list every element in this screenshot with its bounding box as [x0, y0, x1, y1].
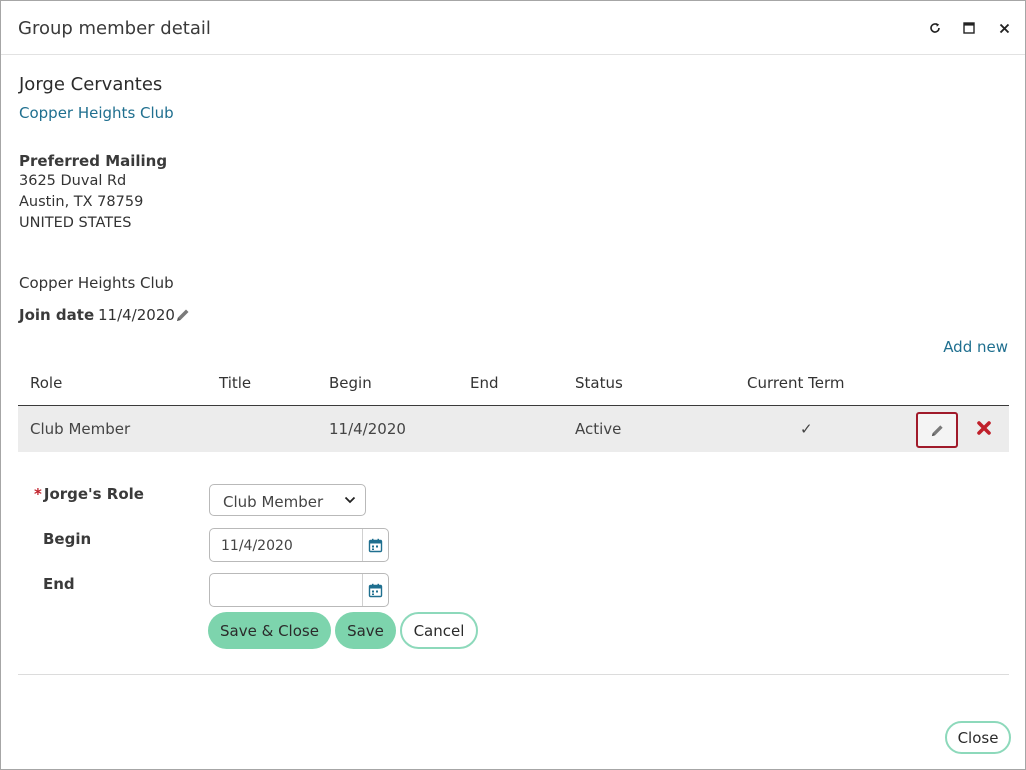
save-button[interactable]: Save: [335, 612, 396, 649]
preferred-mailing-label: Preferred Mailing: [19, 152, 168, 170]
cell-current-term: ✓: [800, 420, 813, 438]
group-name: Copper Heights Club: [19, 274, 174, 292]
dialog-titlebar: Group member detail: [1, 1, 1025, 55]
cancel-button[interactable]: Cancel: [400, 612, 478, 649]
col-header-role: Role: [30, 374, 63, 392]
refresh-icon[interactable]: [925, 18, 945, 38]
col-header-current-term: Current Term: [747, 374, 845, 392]
chevron-down-icon: [344, 496, 356, 504]
col-header-status: Status: [575, 374, 623, 392]
group-member-detail-dialog: Group member detail Jorge Cervantes Copp…: [0, 0, 1026, 770]
required-marker: *: [34, 485, 42, 503]
col-header-begin: Begin: [329, 374, 372, 392]
begin-field-label: Begin: [43, 530, 92, 548]
join-date-value: 11/4/2020: [98, 306, 175, 324]
address-line-1: 3625 Duval Rd: [19, 173, 127, 189]
calendar-icon[interactable]: [362, 529, 388, 561]
address-line-2: Austin, TX 78759: [19, 194, 144, 210]
roles-table-header: Role Title Begin End Status Current Term: [18, 359, 1009, 406]
table-row: Club Member 11/4/2020 Active ✓: [18, 406, 1009, 452]
delete-x-icon[interactable]: [976, 420, 994, 438]
role-select-value: Club Member: [223, 493, 324, 511]
role-field-label: * Jorge's Role: [34, 485, 144, 503]
pencil-icon[interactable]: [175, 307, 191, 323]
pencil-icon: [931, 424, 943, 436]
dialog-title: Group member detail: [18, 18, 211, 39]
end-date-field[interactable]: [209, 573, 389, 607]
close-icon[interactable]: [994, 18, 1014, 38]
role-label-text: Jorge's Role: [43, 485, 144, 503]
begin-date-field[interactable]: 11/4/2020: [209, 528, 389, 562]
club-link[interactable]: Copper Heights Club: [19, 104, 174, 122]
cell-role: Club Member: [30, 420, 131, 438]
maximize-icon[interactable]: [959, 18, 979, 38]
close-button[interactable]: Close: [945, 721, 1011, 754]
role-select[interactable]: Club Member: [209, 484, 366, 516]
member-name: Jorge Cervantes: [19, 74, 163, 95]
add-new-link[interactable]: Add new: [943, 338, 1008, 356]
begin-date-value: 11/4/2020: [221, 538, 293, 554]
edit-row-button[interactable]: [916, 412, 958, 448]
address-line-3: UNITED STATES: [19, 215, 132, 231]
col-header-title: Title: [219, 374, 252, 392]
end-field-label: End: [43, 575, 75, 593]
calendar-icon[interactable]: [362, 574, 388, 606]
save-and-close-button[interactable]: Save & Close: [208, 612, 331, 649]
col-header-end: End: [470, 374, 499, 392]
cell-status: Active: [575, 420, 622, 438]
join-date-label: Join date: [19, 306, 95, 324]
divider: [18, 674, 1009, 675]
cell-begin: 11/4/2020: [329, 420, 406, 438]
